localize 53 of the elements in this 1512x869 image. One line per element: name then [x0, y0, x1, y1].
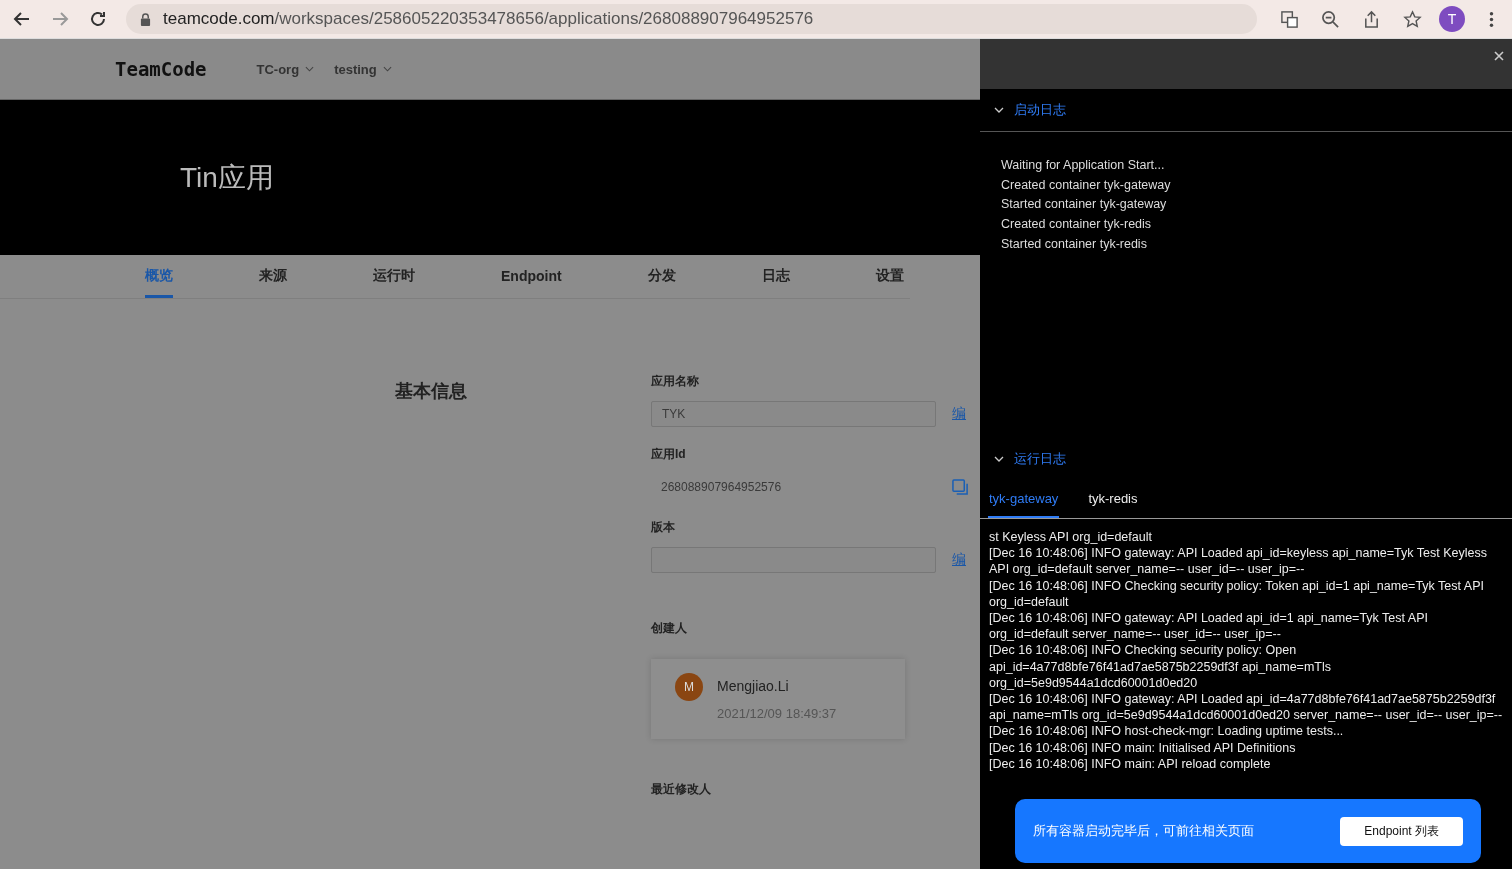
logo[interactable]: TeamCode [115, 58, 207, 80]
tab[interactable]: tyk-redis [1087, 481, 1139, 518]
log-line: [Dec 16 10:48:06] INFO gateway: API Loaded api_id=4a77d8bfe76f41ad7ae5875b2259df3f api_name=mTls org_id=5e9d9544a1dcd60001d0ed20 server_name=-- user_id=-- user_ip=-- [989, 691, 1504, 724]
tab[interactable]: tyk-gateway [988, 481, 1060, 518]
star-icon[interactable] [1403, 9, 1422, 29]
log-line: Started container tyk-redis [1001, 235, 1148, 253]
log-line: [Dec 16 10:48:06] INFO gateway: API Loaded api_id=keyless api_name=Tyk Test Keyless API org_id=default server_name=-- user_id=-- user_ip=-- [989, 545, 1488, 578]
timestamp: 2021/12/09 18:49:37 [717, 705, 837, 721]
tab[interactable]: 来源 [259, 255, 287, 298]
share-icon[interactable] [1362, 9, 1381, 29]
reload-icon[interactable] [88, 9, 108, 29]
address-bar[interactable]: teamcode.com/workspaces/258605220353478656/applications/268088907964952576 [126, 4, 1257, 34]
caret-icon [382, 66, 392, 72]
tab[interactable]: Endpoint [501, 255, 562, 298]
log-line: [Dec 16 10:48:06] INFO Checking security policy: Open api_id=4a77d8bfe76f41ad7ae5875b2259df3f api_name=mTls org_id=5e9d9544a1dcd60001d0ed20 [989, 642, 1332, 692]
field-label: 应用名称 [651, 373, 700, 390]
notice-text: 所有容器启动完毕后，可前往相关页面 [1033, 822, 1254, 840]
collapse-header[interactable]: 启动日志 [980, 89, 1512, 132]
page-title: Tin应用 [180, 160, 274, 195]
user-avatar: M [675, 673, 703, 701]
user-name: Mengjiao.Li [717, 677, 790, 694]
log-line: [Dec 16 10:48:06] INFO gateway: API Loaded api_id=1 api_name=Tyk Test API org_id=default server_name=-- user_id=-- user_ip=-- [989, 610, 1429, 643]
input-field[interactable]: TYK [651, 401, 936, 427]
profile-avatar[interactable]: T [1439, 6, 1465, 32]
field-label: 最近修改人 [651, 781, 712, 798]
log-line: Created container tyk-gateway [1001, 176, 1172, 194]
chevron-icon [994, 456, 1004, 462]
log-line: st Keyless API org_id=default [989, 529, 1153, 546]
field-label: 创建人 [651, 620, 688, 637]
log-line: Created container tyk-redis [1001, 216, 1153, 234]
log-line: [Dec 16 10:48:06] INFO host-check-mgr: Loading uptime tests... [989, 723, 1345, 740]
collapse-header[interactable]: 运行日志 [980, 437, 1512, 481]
log-line: [Dec 16 10:48:06] INFO main: API reload complete [989, 755, 1272, 773]
zoom-icon[interactable] [1321, 9, 1340, 29]
log-line: Started container tyk-gateway [1001, 196, 1168, 214]
id-value: 268088907964952576 [660, 480, 783, 494]
dropdown[interactable]: TC-org [256, 61, 315, 77]
close-icon[interactable] [1494, 51, 1504, 61]
tab[interactable]: 运行时 [373, 255, 415, 298]
lock-icon [140, 12, 151, 26]
tab[interactable]: 日志 [761, 255, 790, 298]
tab[interactable]: 设置 [875, 255, 904, 298]
dropdown[interactable]: testing [334, 61, 392, 77]
tab[interactable]: 分发 [647, 255, 676, 298]
log-line: Waiting for Application Start... [1001, 157, 1166, 174]
field-label: 版本 [651, 519, 676, 536]
log-line: [Dec 16 10:48:06] INFO main: Initialised API Definitions [989, 739, 1297, 756]
chevron-icon [994, 107, 1004, 113]
field-label: 应用Id [651, 446, 687, 463]
caret-icon [305, 66, 315, 72]
section-title: 基本信息 [395, 381, 467, 401]
log-line: [Dec 16 10:48:06] INFO Checking security policy: Token api_id=1 api_name=Tyk Test API org_id=default [989, 577, 1485, 610]
endpoint-list-button[interactable]: Endpoint 列表 [1340, 816, 1463, 846]
